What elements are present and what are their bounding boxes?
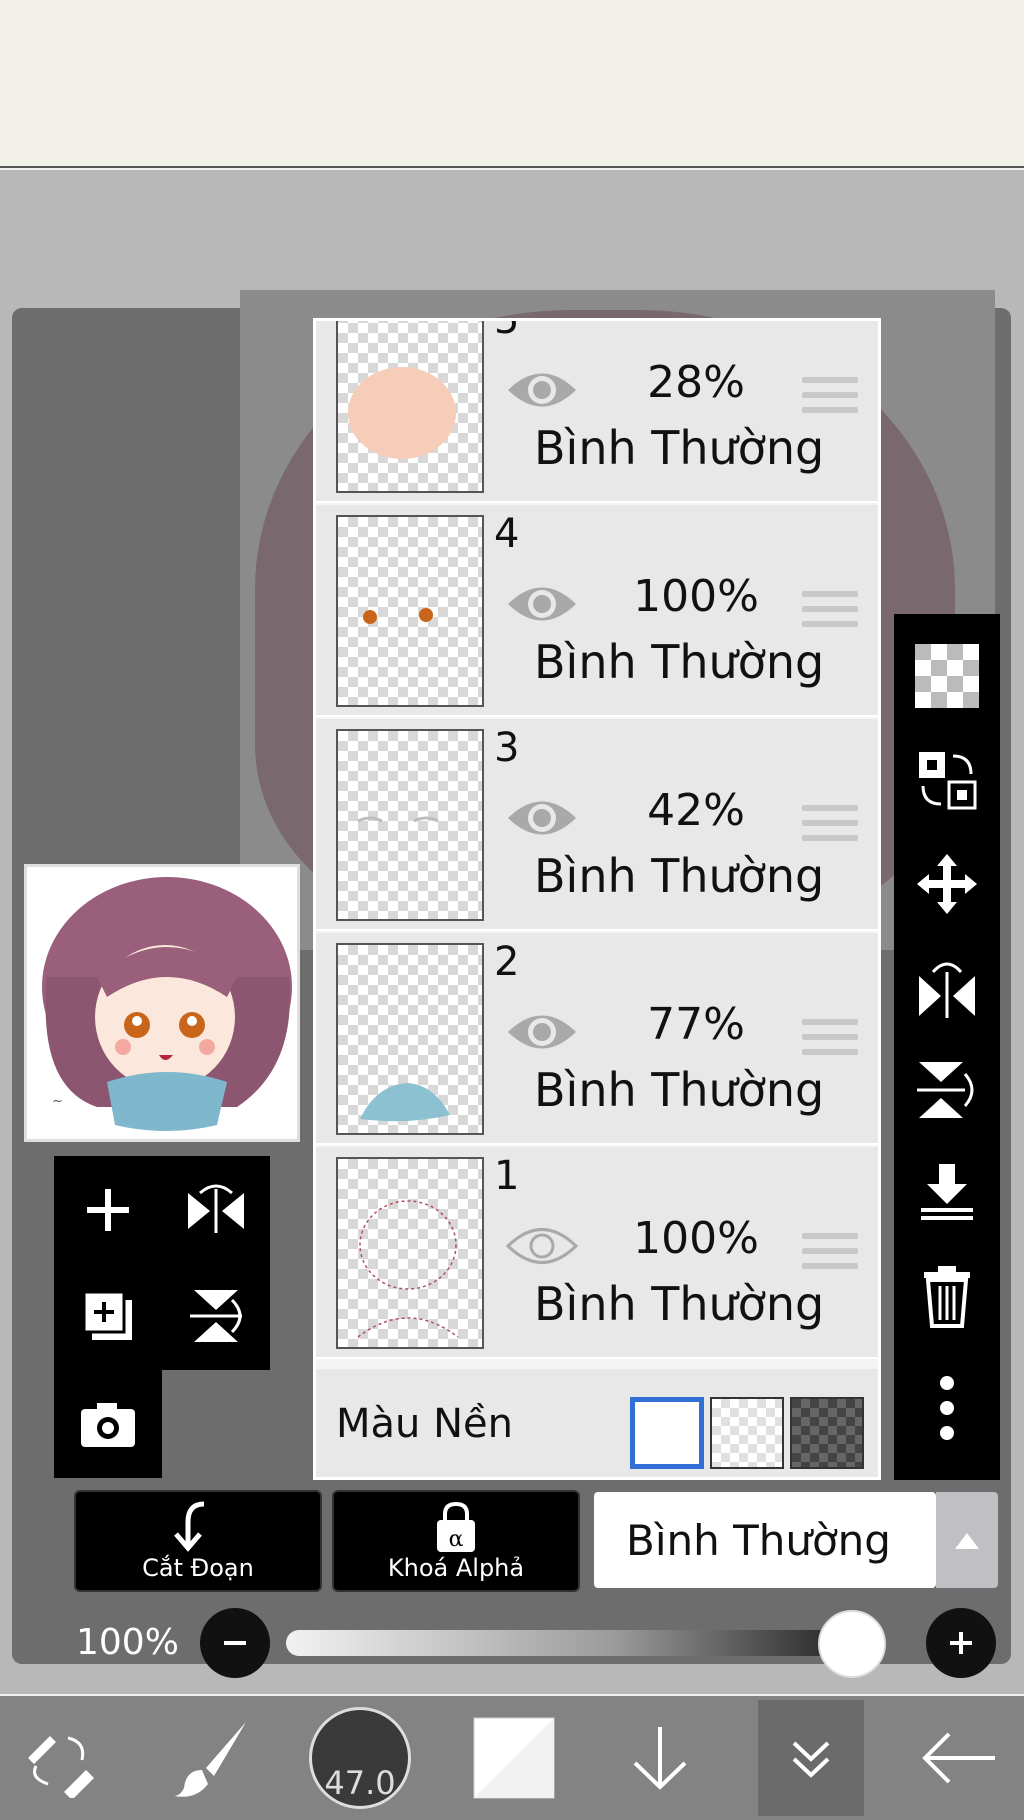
add-layer-icon[interactable] [68, 1170, 148, 1250]
opacity-increase-button[interactable] [926, 1608, 996, 1678]
color-swatch-button[interactable] [464, 1696, 564, 1820]
layer-number: 1 [494, 1153, 520, 1199]
chevron-double-down-icon [792, 1741, 830, 1778]
visibility-eye-icon[interactable] [504, 791, 580, 849]
layers-toggle-button[interactable] [758, 1700, 864, 1816]
arrow-down-icon[interactable] [610, 1696, 710, 1820]
layer-thumbnail [336, 729, 484, 921]
layer-number: 4 [494, 511, 520, 557]
svg-text:α: α [449, 1527, 464, 1552]
flip-v-icon[interactable] [894, 1042, 1000, 1138]
layer-thumbnail [336, 943, 484, 1135]
layers-panel: 5 28% Bình Thường 4 100% Bình Thường 3 4… [313, 318, 881, 1480]
layer-number: 3 [494, 725, 520, 771]
move-icon[interactable] [894, 836, 1000, 932]
flip-vertical-icon[interactable] [176, 1276, 256, 1356]
canvas-thumbnail[interactable]: ~ [24, 864, 300, 1142]
layer-number: 5 [494, 318, 520, 343]
layer-thumbnail [336, 1157, 484, 1349]
back-arrow-icon[interactable] [904, 1696, 1014, 1820]
camera-icon[interactable] [68, 1384, 148, 1464]
layer-row[interactable]: 4 100% Bình Thường [316, 505, 878, 717]
background-color-label: Màu Nền [336, 1401, 513, 1447]
layer-row[interactable]: 5 28% Bình Thường [316, 318, 878, 503]
bottom-toolbar: 47.0 [0, 1696, 1024, 1820]
layer-thumbnail [336, 321, 484, 493]
drag-handle-icon[interactable] [802, 805, 858, 850]
lock-icon: α [437, 1501, 475, 1552]
alpha-lock-button[interactable]: α Khoá Alphả [332, 1490, 580, 1592]
layer-blend-mode: Bình Thường [534, 635, 825, 689]
layer-blend-mode: Bình Thường [534, 849, 825, 903]
visibility-eye-off-icon[interactable] [504, 1219, 580, 1277]
layer-row[interactable]: 1 100% Bình Thường [316, 1147, 878, 1359]
layer-number: 2 [494, 939, 520, 985]
trash-icon[interactable] [894, 1248, 1000, 1344]
layer-thumbnail [336, 515, 484, 707]
layer-row[interactable]: 3 42% Bình Thường [316, 719, 878, 931]
bg-swatch-dark[interactable] [790, 1397, 864, 1469]
brush-size-value: 47.0 [324, 1764, 396, 1802]
opacity-slider-knob[interactable] [818, 1610, 886, 1678]
flip-h-icon[interactable] [894, 940, 1000, 1036]
blend-mode-value: Bình Thường [626, 1516, 891, 1565]
more-icon[interactable] [894, 1360, 1000, 1456]
clipping-button[interactable]: Cắt Đoạn [74, 1490, 322, 1592]
drag-handle-icon[interactable] [802, 1233, 858, 1278]
brush-size-button[interactable]: 47.0 [300, 1696, 420, 1820]
transparency-icon[interactable] [894, 628, 1000, 724]
opacity-value: 100% [76, 1622, 179, 1663]
visibility-eye-icon[interactable] [504, 1005, 580, 1063]
brush-icon[interactable] [160, 1696, 260, 1820]
add-copy-layer-icon[interactable] [68, 1276, 148, 1356]
right-toolbar [894, 614, 1000, 1480]
layer-opacity: 100% [633, 1213, 759, 1264]
svg-text:~: ~ [52, 1094, 63, 1109]
layer-blend-mode: Bình Thường [534, 421, 825, 475]
layer-opacity: 42% [647, 785, 745, 836]
drag-handle-icon[interactable] [802, 591, 858, 636]
swap-layer-icon[interactable] [894, 732, 1000, 828]
blend-mode-select[interactable]: Bình Thường [594, 1492, 936, 1588]
visibility-eye-icon[interactable] [504, 363, 580, 421]
bg-swatch-transparent[interactable] [710, 1397, 784, 1469]
layer-row[interactable]: 2 77% Bình Thường [316, 933, 878, 1145]
merge-down-icon[interactable] [894, 1144, 1000, 1240]
drag-handle-icon[interactable] [802, 1019, 858, 1064]
clipping-label: Cắt Đoạn [142, 1554, 254, 1582]
layer-blend-mode: Bình Thường [534, 1277, 825, 1331]
bg-swatch-white[interactable] [630, 1397, 704, 1469]
opacity-slider-track[interactable] [286, 1630, 886, 1656]
layer-opacity: 28% [647, 357, 745, 408]
alpha-lock-label: Khoá Alphả [387, 1554, 525, 1582]
top-bar [0, 0, 1024, 168]
layer-opacity: 77% [647, 999, 745, 1050]
blend-mode-arrow-icon[interactable] [936, 1492, 998, 1588]
clipping-icon [174, 1501, 205, 1552]
background-color-row: Màu Nền [316, 1369, 878, 1477]
drag-handle-icon[interactable] [802, 377, 858, 422]
pen-eraser-switch-icon[interactable] [10, 1696, 110, 1820]
layer-blend-mode: Bình Thường [534, 1063, 825, 1117]
flip-horizontal-icon[interactable] [176, 1170, 256, 1250]
layer-opacity: 100% [633, 571, 759, 622]
visibility-eye-icon[interactable] [504, 577, 580, 635]
opacity-decrease-button[interactable] [200, 1608, 270, 1678]
